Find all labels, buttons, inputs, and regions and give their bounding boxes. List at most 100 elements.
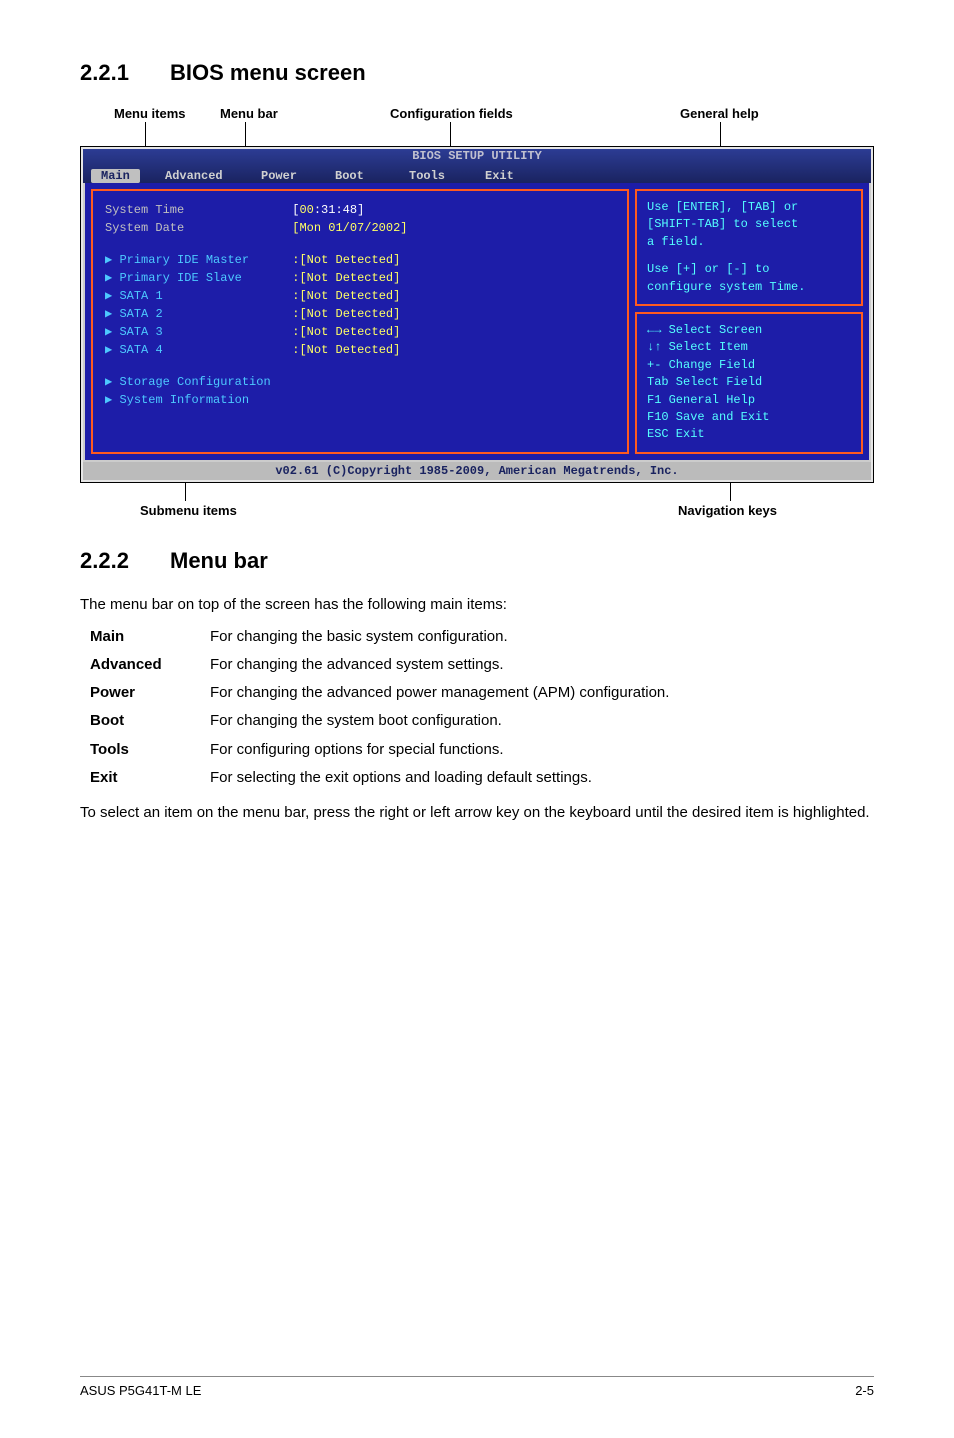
section-num: 2.2.1 bbox=[80, 60, 170, 86]
tab-main[interactable]: Main bbox=[91, 169, 140, 183]
section-2-2-1-title: 2.2.1BIOS menu screen bbox=[80, 60, 874, 86]
item-desc: For changing the advanced power manageme… bbox=[210, 683, 874, 703]
row-sata-4[interactable]: ▶ SATA 4 :[Not Detected] bbox=[105, 341, 615, 359]
spacer bbox=[105, 359, 615, 373]
tab-tools[interactable]: Tools bbox=[399, 169, 455, 183]
item-advanced: Advanced For changing the advanced syste… bbox=[90, 655, 874, 675]
menubar-intro: The menu bar on top of the screen has th… bbox=[80, 594, 874, 615]
label: System Date bbox=[105, 221, 184, 235]
item-key: Exit bbox=[90, 768, 210, 788]
label: SATA 2 bbox=[119, 307, 162, 321]
item-key: Power bbox=[90, 683, 210, 703]
item-desc: For changing the system boot configurati… bbox=[210, 711, 874, 731]
bios-titlebar: BIOS SETUP UTILITY Main Advanced Power B… bbox=[83, 149, 871, 183]
triangle-icon: ▶ bbox=[105, 271, 119, 285]
tab-boot[interactable]: Boot bbox=[325, 169, 374, 183]
anno-config-fields: Configuration fields bbox=[390, 106, 513, 121]
spacer bbox=[105, 409, 615, 437]
row-system-date[interactable]: System Date [Mon 01/07/2002] bbox=[105, 219, 615, 237]
tab-power[interactable]: Power bbox=[251, 169, 307, 183]
nav-line: F1 General Help bbox=[647, 392, 851, 409]
triangle-icon: ▶ bbox=[105, 393, 119, 407]
bios-body: System Time [00:31:48] System Date [Mon … bbox=[83, 183, 871, 462]
row-primary-ide-master[interactable]: ▶ Primary IDE Master :[Not Detected] bbox=[105, 251, 615, 269]
tab-advanced[interactable]: Advanced bbox=[155, 169, 233, 183]
spacer bbox=[105, 237, 615, 251]
menubar-items-list: Main For changing the basic system confi… bbox=[90, 627, 874, 789]
nav-line: ESC Exit bbox=[647, 426, 851, 443]
tab-exit[interactable]: Exit bbox=[475, 169, 524, 183]
anno-general-help: General help bbox=[680, 106, 759, 121]
item-desc: For selecting the exit options and loadi… bbox=[210, 768, 874, 788]
item-exit: Exit For selecting the exit options and … bbox=[90, 768, 874, 788]
nav-line: ←→ Select Screen bbox=[647, 322, 851, 339]
item-power: Power For changing the advanced power ma… bbox=[90, 683, 874, 703]
help-line: Use [ENTER], [TAB] or bbox=[647, 199, 851, 216]
label: SATA 1 bbox=[119, 289, 162, 303]
value: :[Not Detected] bbox=[292, 307, 400, 321]
item-key: Boot bbox=[90, 711, 210, 731]
value: :[Not Detected] bbox=[292, 289, 400, 303]
section-num: 2.2.2 bbox=[80, 548, 170, 574]
spacer bbox=[647, 251, 851, 261]
help-line: Use [+] or [-] to bbox=[647, 261, 851, 278]
value: :[Not Detected] bbox=[292, 343, 400, 357]
item-tools: Tools For configuring options for specia… bbox=[90, 740, 874, 760]
item-desc: For changing the advanced system setting… bbox=[210, 655, 874, 675]
label: System Time bbox=[105, 203, 184, 217]
section-heading: Menu bar bbox=[170, 548, 268, 573]
value: :[Not Detected] bbox=[292, 325, 400, 339]
label: Primary IDE Slave bbox=[119, 271, 241, 285]
triangle-icon: ▶ bbox=[105, 325, 119, 339]
triangle-icon: ▶ bbox=[105, 375, 119, 389]
item-key: Tools bbox=[90, 740, 210, 760]
nav-line: +- Change Field bbox=[647, 357, 851, 374]
label: SATA 4 bbox=[119, 343, 162, 357]
menubar-outro: To select an item on the menu bar, press… bbox=[80, 802, 874, 823]
item-boot: Boot For changing the system boot config… bbox=[90, 711, 874, 731]
item-main: Main For changing the basic system confi… bbox=[90, 627, 874, 647]
nav-line: ↓↑ Select Item bbox=[647, 339, 851, 356]
help-line: [SHIFT-TAB] to select bbox=[647, 216, 851, 233]
triangle-icon: ▶ bbox=[105, 307, 119, 321]
nav-line: Tab Select Field bbox=[647, 374, 851, 391]
triangle-icon: ▶ bbox=[105, 253, 119, 267]
anno-menu-bar: Menu bar bbox=[220, 106, 278, 121]
label: System Information bbox=[119, 393, 249, 407]
label: Primary IDE Master bbox=[119, 253, 249, 267]
bottom-annotation-row: Submenu items Navigation keys bbox=[80, 483, 874, 523]
value-time: [00:31:48] bbox=[292, 203, 364, 217]
row-sata-1[interactable]: ▶ SATA 1 :[Not Detected] bbox=[105, 287, 615, 305]
row-system-time[interactable]: System Time [00:31:48] bbox=[105, 201, 615, 219]
item-desc: For changing the basic system configurat… bbox=[210, 627, 874, 647]
row-storage-config[interactable]: ▶ Storage Configuration bbox=[105, 373, 615, 391]
row-primary-ide-slave[interactable]: ▶ Primary IDE Slave :[Not Detected] bbox=[105, 269, 615, 287]
help-line: a field. bbox=[647, 234, 851, 251]
row-sata-2[interactable]: ▶ SATA 2 :[Not Detected] bbox=[105, 305, 615, 323]
footer-left: ASUS P5G41T-M LE bbox=[80, 1383, 201, 1398]
bios-main-panel: System Time [00:31:48] System Date [Mon … bbox=[91, 189, 629, 454]
value: :[Not Detected] bbox=[292, 253, 400, 267]
section-heading: BIOS menu screen bbox=[170, 60, 366, 85]
section-2-2-2-title: 2.2.2Menu bar bbox=[80, 548, 874, 574]
row-system-info[interactable]: ▶ System Information bbox=[105, 391, 615, 409]
context-help-panel: Use [ENTER], [TAB] or [SHIFT-TAB] to sel… bbox=[635, 189, 863, 306]
top-annotation-row: Menu items Menu bar Configuration fields… bbox=[80, 106, 874, 146]
anno-submenu-items: Submenu items bbox=[140, 503, 237, 518]
label: SATA 3 bbox=[119, 325, 162, 339]
anno-navigation-keys: Navigation keys bbox=[678, 503, 777, 518]
bios-window: BIOS SETUP UTILITY Main Advanced Power B… bbox=[80, 146, 874, 483]
label: Storage Configuration bbox=[119, 375, 270, 389]
page-footer: ASUS P5G41T-M LE 2-5 bbox=[80, 1376, 874, 1398]
triangle-icon: ▶ bbox=[105, 289, 119, 303]
item-key: Main bbox=[90, 627, 210, 647]
nav-keys-panel: ←→ Select Screen ↓↑ Select Item +- Chang… bbox=[635, 312, 863, 454]
item-key: Advanced bbox=[90, 655, 210, 675]
value: :[Not Detected] bbox=[292, 271, 400, 285]
row-sata-3[interactable]: ▶ SATA 3 :[Not Detected] bbox=[105, 323, 615, 341]
item-desc: For configuring options for special func… bbox=[210, 740, 874, 760]
value-date: [Mon 01/07/2002] bbox=[292, 221, 407, 235]
bios-title: BIOS SETUP UTILITY bbox=[412, 149, 542, 163]
help-line: configure system Time. bbox=[647, 279, 851, 296]
anno-line bbox=[730, 483, 731, 501]
